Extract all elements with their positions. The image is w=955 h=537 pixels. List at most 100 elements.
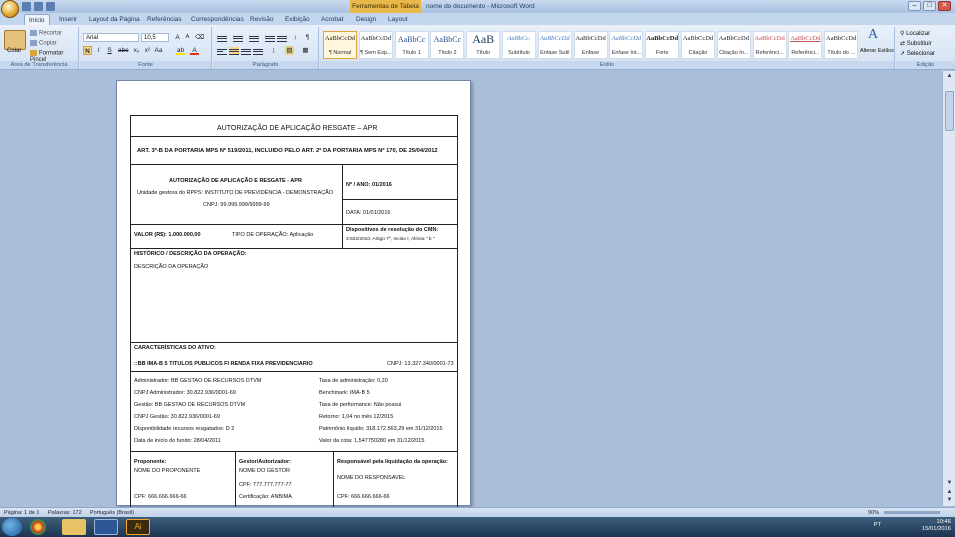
multilevel-list-icon[interactable]	[249, 34, 259, 42]
word-taskbar-icon[interactable]	[94, 519, 118, 535]
cmn-value: 3.922/2010, Artigo 7º, Inciso I, Alínea …	[346, 237, 435, 242]
previous-page-icon[interactable]: ▲	[945, 489, 954, 497]
style-item[interactable]: AaBbCc Título 1	[394, 31, 429, 59]
style-item[interactable]: AaBbCcDd Referênci...	[752, 31, 787, 59]
tab-acrobat[interactable]: Acrobat	[317, 14, 347, 25]
tab-inserir[interactable]: Inserir	[55, 14, 81, 25]
redo-icon[interactable]	[46, 2, 55, 11]
zoom-slider[interactable]	[884, 511, 940, 514]
increase-indent-icon[interactable]	[277, 34, 287, 42]
input-language[interactable]: PT	[874, 522, 881, 529]
shrink-font-icon[interactable]: A	[183, 33, 192, 42]
italic-button[interactable]: I	[94, 46, 103, 55]
subscript-button[interactable]: x₂	[132, 46, 141, 55]
bold-button[interactable]: N	[83, 46, 92, 55]
vertical-scrollbar[interactable]: ▲ ▼ ▲ ▼	[942, 71, 955, 506]
style-name: Ênfase Sutil	[540, 50, 570, 56]
superscript-button[interactable]: x²	[143, 46, 152, 55]
tab-layout-pagina[interactable]: Layout da Página	[85, 14, 144, 25]
change-styles-label[interactable]: Alterar Estilos	[860, 48, 894, 54]
style-item[interactable]: AaBbCcDd Forte	[645, 31, 680, 59]
style-item[interactable]: AaBbCcDd ¶ Sem Esp...	[358, 31, 393, 59]
style-sample: AaBbCcDd	[324, 35, 356, 42]
form-title: AUTORIZAÇÃO DE APLICAÇÃO RESGATE – APR	[217, 125, 378, 132]
bullets-icon[interactable]	[217, 34, 227, 42]
style-item[interactable]: AaBbCcDd Citação	[681, 31, 715, 59]
close-button[interactable]: ✕	[938, 1, 951, 11]
title-bar: Ferramentas de Tabela nome do documento …	[0, 0, 955, 18]
clock-date[interactable]: 15/01/2016	[922, 526, 951, 533]
document-page[interactable]: AUTORIZAÇÃO DE APLICAÇÃO RESGATE – APR A…	[116, 80, 471, 507]
underline-button[interactable]: S	[105, 46, 114, 55]
style-sample: AaBbCcDd	[575, 35, 606, 42]
line-spacing-icon[interactable]: ↨	[269, 46, 278, 55]
tab-revisao[interactable]: Revisão	[246, 14, 277, 25]
form-table	[130, 115, 458, 507]
scroll-down-icon[interactable]: ▼	[945, 480, 954, 488]
show-marks-icon[interactable]: ¶	[303, 33, 312, 42]
font-size-combo[interactable]: 10,5	[141, 33, 169, 42]
paste-icon[interactable]	[4, 30, 26, 50]
tab-correspondencias[interactable]: Correspondências	[187, 14, 248, 25]
office-button[interactable]	[1, 0, 19, 18]
illustrator-icon[interactable]: Ai	[126, 519, 150, 535]
numbering-icon[interactable]	[233, 34, 243, 42]
tab-layout[interactable]: Layout	[384, 14, 412, 25]
tab-referencias[interactable]: Referências	[143, 14, 186, 25]
sort-icon[interactable]: ↕	[291, 33, 300, 42]
cut-button[interactable]: Recortar	[30, 30, 62, 37]
style-item[interactable]: AaBbCcDd Citação In...	[716, 31, 751, 59]
font-group-label: Fonte	[80, 61, 211, 69]
style-item[interactable]: AaBbCcDd Referênci...	[788, 31, 823, 59]
select-button[interactable]: ➚ Selecionar	[900, 50, 935, 57]
responsible-label: Responsável pela liquidação da operação:	[337, 459, 448, 465]
style-item[interactable]: AaB Título	[466, 31, 501, 59]
align-left-icon[interactable]	[217, 47, 227, 55]
table-tools-context: Ferramentas de Tabela	[350, 0, 421, 13]
style-item[interactable]: AaBbCcDd Título do ...	[824, 31, 859, 59]
clock-time[interactable]: 10:46	[922, 519, 951, 526]
copy-button[interactable]: Copiar	[30, 40, 57, 47]
borders-icon[interactable]: ▦	[301, 46, 310, 55]
font-color-icon[interactable]: A	[190, 46, 199, 55]
ribbon: Colar Recortar Copiar Formatar Pincel Ár…	[0, 25, 955, 70]
tab-inicio[interactable]: Início	[24, 14, 50, 25]
paragraph-group-label: Parágrafo	[213, 61, 318, 69]
strikethrough-button[interactable]: abc	[118, 46, 128, 55]
style-item[interactable]: AaBbCcDd Ênfase	[573, 31, 608, 59]
highlight-icon[interactable]: ab	[176, 46, 185, 55]
clear-format-icon[interactable]: ⌫	[195, 33, 204, 42]
tab-design[interactable]: Design	[352, 14, 380, 25]
align-right-icon[interactable]	[241, 47, 251, 55]
style-item[interactable]: AaBbCc. Subtítulo	[502, 31, 536, 59]
style-name: Citação	[688, 50, 708, 56]
scroll-thumb[interactable]	[945, 91, 954, 131]
clipboard-group-label: Área de Transferência	[0, 61, 78, 69]
justify-icon[interactable]	[253, 47, 263, 55]
change-case-button[interactable]: Aa	[154, 46, 163, 55]
find-button[interactable]: ⚲ Localizar	[900, 30, 930, 37]
decrease-indent-icon[interactable]	[265, 34, 275, 42]
save-icon[interactable]	[22, 2, 31, 11]
right-field-0: Taxa de administração: 0,20	[319, 378, 388, 384]
style-item[interactable]: AaBbCc Título 2	[430, 31, 465, 59]
style-item[interactable]: AaBbCcDd ¶ Normal	[323, 31, 357, 59]
shading-icon[interactable]: ▧	[285, 46, 294, 55]
next-page-icon[interactable]: ▼	[945, 497, 954, 505]
style-item[interactable]: AaBbCcDd Ênfase Int...	[609, 31, 644, 59]
replace-button[interactable]: ⇄ Substituir	[900, 40, 932, 47]
chrome-icon[interactable]	[30, 519, 46, 535]
align-center-icon[interactable]	[229, 47, 239, 55]
style-item[interactable]: AaBbCcDd Ênfase Sutil	[537, 31, 572, 59]
minimize-button[interactable]: –	[908, 1, 921, 11]
start-button[interactable]	[2, 518, 22, 536]
style-sample: AaBbCcDd	[754, 35, 785, 42]
grow-font-icon[interactable]: A	[173, 33, 182, 42]
style-name: Ênfase	[582, 50, 600, 56]
undo-icon[interactable]	[34, 2, 43, 11]
tab-exibicao[interactable]: Exibição	[281, 14, 314, 25]
scroll-up-icon[interactable]: ▲	[945, 73, 954, 81]
font-name-combo[interactable]: Arial	[83, 33, 139, 42]
file-explorer-icon[interactable]	[62, 519, 86, 535]
maximize-button[interactable]: □	[923, 1, 936, 11]
